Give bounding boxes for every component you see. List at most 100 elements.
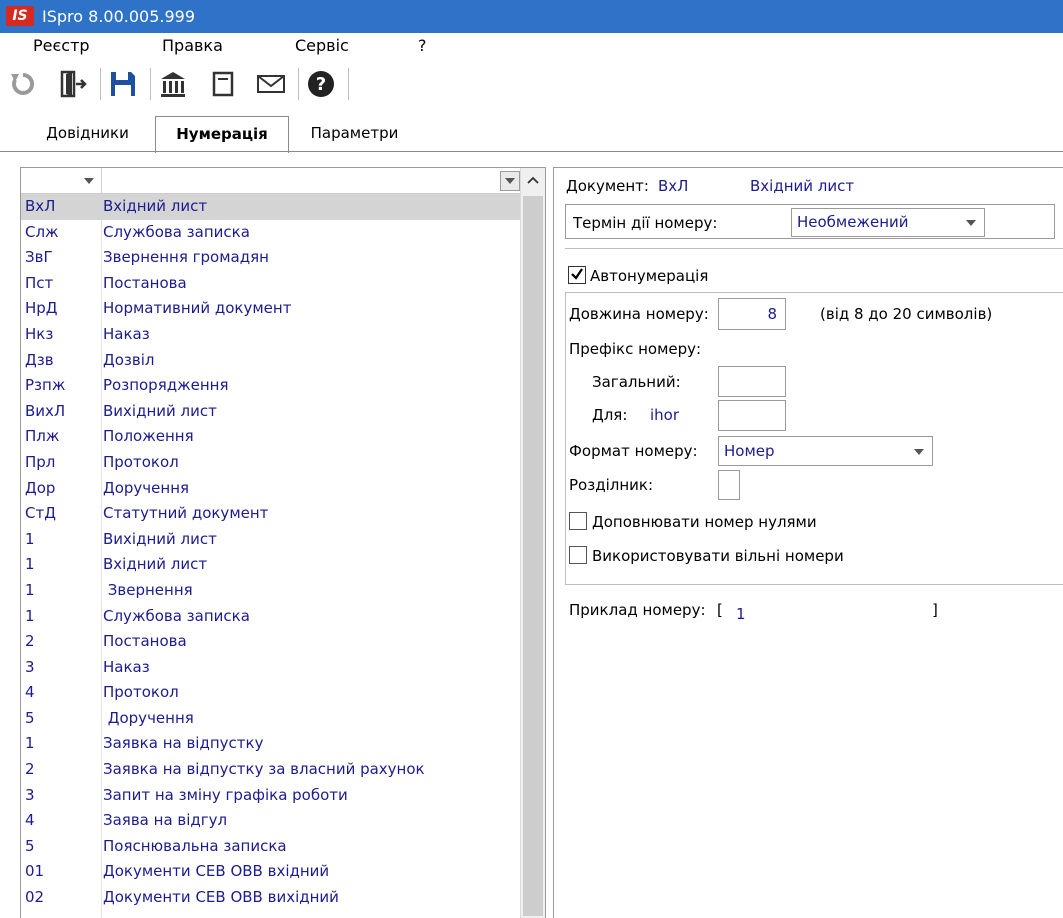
autonumbering-checkbox[interactable] [568,266,586,284]
list-item-code: Дор [25,478,56,497]
list-item-code: СтД [25,504,56,523]
list-item-name: Службова записка [103,222,250,241]
chevron-up-icon[interactable] [527,176,539,184]
menu-registry[interactable]: Реєстр [33,36,90,55]
document-icon[interactable] [206,66,240,102]
list-item[interactable]: 4 Заява на відгул [21,808,520,834]
refresh-icon[interactable] [6,66,40,102]
list-item[interactable]: 5 Пояснювальна записка [21,834,520,860]
chevron-down-icon [505,178,515,184]
list-item[interactable]: Пст Постанова [21,271,520,297]
list-item-name: Заявка на відпустку [103,734,264,753]
name-column-header[interactable] [102,168,523,193]
checkmark-icon [571,268,583,280]
list-item-code: 1 [25,580,35,599]
list-item-name: Вихідний лист [103,401,217,420]
user-name: ihor [650,406,680,424]
list-item[interactable]: 2 Заявка на відпустку за власний рахунок [21,757,520,783]
list-item-name: Заява на відгул [103,811,228,830]
list-item-code: 1 [25,734,35,753]
list-item-code: Плж [25,427,60,446]
menu-service[interactable]: Сервіс [295,36,349,55]
list-item-name: Службова записка [103,606,250,625]
list-item-name: Пояснювальна записка [103,836,287,855]
list-item[interactable]: Дор Доручення [21,476,520,502]
list-item[interactable]: 2 Постанова [21,629,520,655]
list-item[interactable]: 5 Доручення [21,706,520,732]
list-item[interactable]: ВихЛ Вихідний лист [21,399,520,425]
list-item[interactable]: 3 Запит на зміну графіка роботи [21,783,520,809]
list-header [21,168,545,194]
list-item[interactable]: Слж Службова записка [21,220,520,246]
list-item[interactable]: 02 Документи СЕВ ОВВ вихідний [21,885,520,911]
list-item-name: Вхідний лист [103,197,208,215]
length-value: 8 [767,305,777,323]
example-close-bracket: ] [932,601,938,619]
list-item[interactable]: Плж Положення [21,424,520,450]
example-open-bracket: [ [717,601,723,619]
list-item[interactable]: 1 Звернення [21,578,520,604]
chevron-down-icon [914,449,924,455]
tab-numbering[interactable]: Нумерація [155,116,289,153]
example-label: Приклад номеру: [569,601,706,619]
list-item[interactable]: 3 Наказ [21,655,520,681]
format-label: Формат номеру: [569,442,698,460]
list-item[interactable]: 4 Протокол [21,680,520,706]
document-type-list[interactable]: ВхЛ Вхідний лист Слж Службова записка ЗвГ Зве… [20,167,546,918]
save-icon[interactable] [106,66,140,102]
svg-text:?: ? [316,74,326,95]
list-item[interactable]: Дзв Дозвіл [21,348,520,374]
list-item[interactable]: 1 Заявка на відпустку [21,731,520,757]
tab-parameters[interactable]: Параметри [297,116,412,150]
help-icon[interactable]: ? [304,66,338,102]
menu-help[interactable]: ? [418,36,427,55]
building-icon[interactable] [156,66,190,102]
list-item-code: Слж [25,222,59,241]
list-item[interactable]: Прл Протокол [21,450,520,476]
list-item-code: 3 [25,785,35,804]
list-item-code: 4 [25,811,35,830]
user-prefix-input[interactable] [718,400,786,431]
mail-icon[interactable] [254,66,288,102]
list-item[interactable]: Нкз Наказ [21,322,520,348]
list-item[interactable]: 1 Вихідний лист [21,527,520,553]
list-item-code: ВхЛ [25,197,56,215]
list-item[interactable]: ВхЛ Вхідний лист [21,194,520,220]
code-column-header[interactable] [21,168,102,193]
list-item-name: Вихідний лист [103,529,217,548]
list-item[interactable]: Рзпж Розпорядження [21,373,520,399]
column-filter-button[interactable] [500,171,520,191]
list-item[interactable]: 01 Документи СЕВ ОВВ вхідний [21,859,520,885]
tab-directories[interactable]: Довідники [30,116,145,150]
scrollbar-thumb[interactable] [523,196,543,916]
free-numbers-label: Використовувати вільні номери [592,547,844,565]
free-numbers-checkbox[interactable] [569,546,587,564]
example-value: 1 [736,605,746,623]
list-item[interactable]: 1 Вхідний лист [21,552,520,578]
list-item-name: Запит на зміну графіка роботи [103,785,348,804]
autonumbering-label: Автонумерація [590,267,709,285]
list-item[interactable]: СтД Статутний документ [21,501,520,527]
length-input[interactable]: 8 [718,298,786,330]
list-item[interactable]: НрД Нормативний документ [21,296,520,322]
list-item-code: Дзв [25,350,54,369]
list-item-name: Звернення громадян [103,248,269,267]
list-item-name: Дозвіл [103,350,155,369]
menu-edit[interactable]: Правка [162,36,223,55]
format-select[interactable]: Номер [718,436,933,466]
list-item[interactable]: 1 Службова записка [21,604,520,630]
list-item-name: Положення [103,427,194,446]
general-prefix-input[interactable] [718,366,786,397]
list-item-name: Документи СЕВ ОВВ вихідний [103,888,339,907]
list-item[interactable]: ЗвГ Звернення громадян [21,245,520,271]
separator-input[interactable] [718,470,740,500]
list-item-code: 3 [25,657,35,676]
list-item-code: 1 [25,529,35,548]
list-item-name: Постанова [103,632,187,651]
term-select[interactable]: Необмежений [791,208,985,237]
list-item-name: Доручення [103,478,190,497]
list-scrollbar[interactable] [520,168,545,918]
exit-icon[interactable] [56,66,90,102]
pad-zeros-checkbox[interactable] [569,512,587,530]
window-title: ISpro 8.00.005.999 [42,7,196,26]
